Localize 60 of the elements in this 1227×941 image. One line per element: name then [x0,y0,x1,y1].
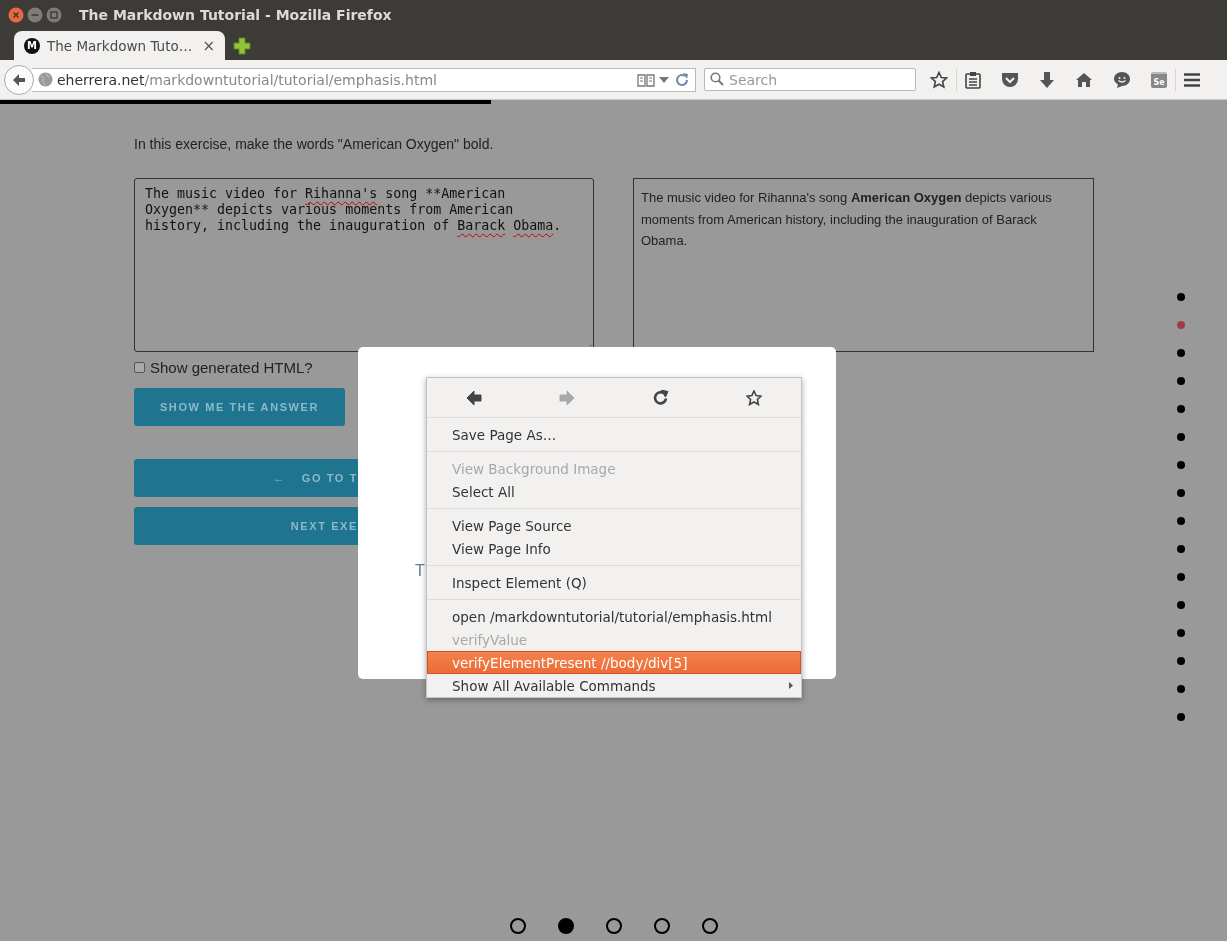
new-tab-icon[interactable] [233,37,251,55]
instruction-text: In this exercise, make the words "American Oxygen" bold. [134,136,494,152]
section-dot[interactable] [1177,321,1185,329]
dropdown-caret-icon[interactable] [659,76,669,83]
page-dot[interactable] [510,918,526,934]
menu-item[interactable]: open /markdowntutorial/tutorial/emphasis.html [427,605,801,628]
reload-icon[interactable] [652,389,669,406]
section-dot[interactable] [1177,433,1185,441]
page-dot[interactable] [558,918,574,934]
menu-item[interactable]: View Page Source [427,514,801,537]
section-dot[interactable] [1177,293,1185,301]
section-dot[interactable] [1177,517,1185,525]
checkbox[interactable] [134,362,145,373]
browser-tab[interactable]: M The Markdown Tuto… × [14,31,225,60]
section-dot[interactable] [1177,349,1185,357]
page-dot[interactable] [654,918,670,934]
search-field[interactable]: Search [704,68,916,91]
section-dot[interactable] [1177,489,1185,497]
section-dot[interactable] [1177,377,1185,385]
chat-face-icon[interactable] [1113,70,1131,89]
section-dot[interactable] [1177,713,1185,721]
close-icon[interactable] [8,7,24,23]
section-dot[interactable] [1177,685,1185,693]
maximize-icon[interactable] [46,7,62,23]
section-dot[interactable] [1177,545,1185,553]
bookmark-star-icon[interactable] [930,70,948,89]
page-dot[interactable] [702,918,718,934]
close-tab-button[interactable]: × [202,36,215,55]
menu-icon[interactable] [1184,72,1200,87]
reader-view-icon[interactable] [637,72,655,87]
address-bar[interactable]: eherrera.net/markdowntutorial/tutorial/emphasis.html [32,67,696,92]
section-dot[interactable] [1177,629,1185,637]
selenium-badge[interactable]: Se [1151,71,1167,88]
checkbox-label: Show generated HTML? [150,359,313,376]
home-icon[interactable] [1075,71,1093,88]
section-dot[interactable] [1177,601,1185,609]
submenu-arrow-icon [789,682,793,689]
menu-item[interactable]: View Page Info [427,537,801,560]
url-text: eherrera.net/markdowntutorial/tutorial/emphasis.html [57,71,437,88]
menu-item[interactable]: Inspect Element (Q) [427,571,801,594]
download-icon[interactable] [1039,70,1055,89]
section-dot[interactable] [1177,573,1185,581]
window-title: The Markdown Tutorial - Mozilla Firefox [79,7,392,23]
minimize-icon[interactable] [27,7,43,23]
modal-text: T [415,562,425,579]
back-button[interactable] [4,64,34,95]
pocket-icon[interactable] [1001,71,1019,88]
bookmark-star-icon[interactable] [746,389,763,406]
globe-icon [38,72,53,87]
preview-text: The music video for Rihanna's song American Oxygen depicts various moments from American history, including the inauguration of Barack Obama. [641,189,1053,250]
menu-item[interactable]: Show All Available Commands [427,674,801,697]
section-dot[interactable] [1177,405,1185,413]
menu-item[interactable]: Select All [427,480,801,503]
clipboard-list-icon[interactable] [965,70,981,89]
section-dot[interactable] [1177,657,1185,665]
menu-item[interactable]: Save Page As… [427,423,801,446]
page-dot[interactable] [606,918,622,934]
section-dot[interactable] [1177,461,1185,469]
back-icon[interactable] [465,389,482,406]
favicon: M [24,37,40,54]
